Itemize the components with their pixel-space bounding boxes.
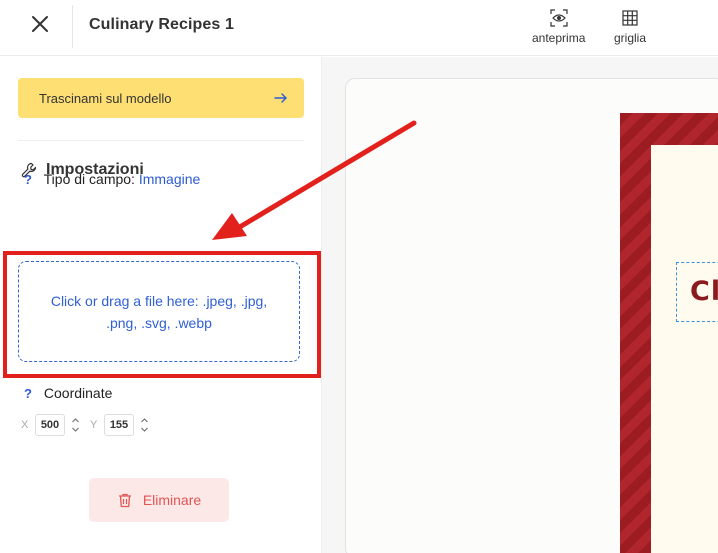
delete-button[interactable]: Eliminare [89,478,229,522]
coordinates-row: ? Coordinate [24,385,112,401]
x-coordinate-input[interactable]: 500 [35,414,65,436]
close-button[interactable] [28,12,52,36]
preview-label: anteprima [532,31,586,45]
preview-button[interactable]: anteprima [532,9,585,45]
field-type-value[interactable]: Immagine [139,171,200,187]
y-stepper[interactable] [140,416,149,434]
grid-label: griglia [614,31,647,45]
coordinate-inputs: X 500 Y 155 [21,414,149,436]
template-title-text[interactable]: Cl [690,276,718,307]
annotation-highlight-box [3,251,321,378]
drag-button-label: Trascinami sul modello [39,90,172,106]
help-icon[interactable]: ? [24,386,40,401]
chevron-up-icon[interactable] [71,416,80,425]
arrow-right-icon [274,93,287,103]
trash-icon [118,493,131,508]
grid-icon [622,10,638,26]
field-type-label: Tipo di campo: [43,171,135,187]
chevron-down-icon[interactable] [140,425,149,434]
x-stepper[interactable] [71,416,80,434]
x-axis-label: X [21,419,29,431]
delete-label: Eliminare [142,492,202,508]
header-divider [72,5,73,48]
chevron-up-icon[interactable] [140,416,149,425]
top-bar: Culinary Recipes 1 anteprima griglia [0,0,718,56]
close-icon [32,16,48,32]
eye-icon [550,9,568,27]
coordinates-label: Coordinate [43,385,113,401]
drag-to-template-button[interactable]: Trascinami sul modello [18,78,304,118]
document-title: Culinary Recipes 1 [89,16,234,33]
section-divider [18,140,304,141]
y-axis-label: Y [90,419,98,431]
field-type-row: ? Tipo di campo: Immagine [24,171,200,187]
y-coordinate-input[interactable]: 155 [104,414,134,436]
help-icon[interactable]: ? [24,172,40,187]
chevron-down-icon[interactable] [71,425,80,434]
grid-button[interactable]: griglia [614,9,646,45]
template-card[interactable] [651,145,718,553]
